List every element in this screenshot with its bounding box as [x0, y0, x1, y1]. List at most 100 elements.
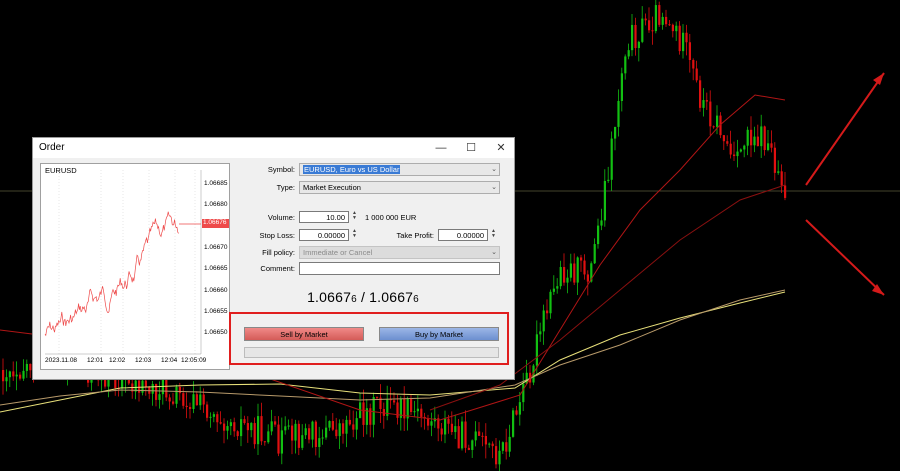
candle-body	[682, 32, 685, 52]
candle-body	[569, 263, 572, 278]
quote-display: 1.06676 / 1.06676	[273, 289, 453, 305]
candle-body	[716, 115, 719, 127]
candle-body	[484, 436, 487, 445]
candle-body	[192, 394, 195, 409]
maximize-button[interactable]: ☐	[457, 139, 485, 157]
minimize-button[interactable]: —	[427, 139, 455, 157]
candle-body	[263, 441, 266, 443]
candle-body	[461, 421, 464, 449]
y-tick-label: 1.06650	[204, 329, 228, 337]
take-profit-stepper[interactable]: ▲ ▼	[490, 229, 497, 240]
x-tick-label: 12:05:09	[181, 357, 207, 364]
y-tick-label: 1.06670	[204, 243, 228, 251]
y-tick-label: 1.06665	[204, 265, 228, 273]
candle-body	[223, 423, 226, 431]
candle-body	[733, 154, 736, 157]
candle-body	[321, 437, 324, 439]
candle-body	[644, 18, 647, 21]
close-button[interactable]: ✕	[487, 139, 515, 157]
tick-chart-panel: EURUSD 1.066851.066801.066751.066701.066…	[40, 163, 230, 370]
candle-body	[603, 180, 606, 221]
candle-body	[641, 18, 644, 42]
candle-body	[444, 418, 447, 435]
volume-stepper[interactable]: ▲ ▼	[351, 211, 358, 222]
candle-body	[549, 291, 552, 314]
candle-body	[508, 436, 511, 452]
candle-body	[318, 438, 321, 447]
volume-units: 1 000 000 EUR	[365, 213, 417, 222]
candle-body	[440, 428, 443, 435]
stop-loss-stepper[interactable]: ▲ ▼	[351, 229, 358, 240]
candle-body	[478, 431, 481, 436]
candle-body	[617, 100, 620, 127]
y-tick-label: 1.06655	[204, 307, 228, 315]
type-select-value: Market Execution	[303, 183, 361, 192]
candle-body	[338, 423, 341, 437]
chevron-down-icon: ⌄	[491, 184, 497, 191]
candle-body	[597, 225, 600, 245]
candle-body	[539, 331, 542, 335]
candle-body	[743, 145, 746, 150]
y-tick-label: 1.06685	[204, 180, 228, 187]
candle-body	[178, 386, 181, 394]
comment-input[interactable]	[299, 262, 500, 275]
symbol-select-value: EURUSD, Euro vs US Dollar	[303, 165, 401, 174]
candle-body	[671, 24, 674, 32]
stop-loss-input-value: 0.00000	[317, 231, 345, 240]
dialog-title: Order	[39, 142, 65, 153]
take-profit-input-value: 0.00000	[456, 231, 484, 240]
candle-body	[668, 24, 671, 26]
candle-body	[413, 411, 416, 413]
x-tick-label: 12:03	[135, 357, 152, 364]
symbol-select[interactable]: EURUSD, Euro vs US Dollar ⌄	[299, 163, 500, 176]
candle-body	[287, 425, 290, 427]
candle-body	[121, 379, 124, 389]
annotation-arrow-up	[805, 72, 885, 186]
candle-body	[491, 443, 494, 447]
candle-body	[172, 401, 175, 404]
candle-body	[760, 126, 763, 147]
candle-body	[226, 426, 229, 431]
stop-loss-input[interactable]: 0.00000	[299, 229, 349, 241]
candle-body	[777, 171, 780, 173]
candle-body	[726, 141, 729, 144]
candle-body	[692, 60, 695, 69]
candle-body	[5, 377, 8, 382]
stop-loss-label: Stop Loss:	[259, 231, 295, 240]
chevron-down-icon: ⌄	[491, 249, 497, 256]
candle-body	[328, 421, 331, 428]
candle-body	[311, 421, 314, 440]
candle-body	[631, 24, 634, 51]
candle-body	[325, 427, 328, 438]
symbol-label: Symbol:	[267, 165, 295, 174]
candle-body	[454, 426, 457, 433]
x-tick-label: 2023.11.08	[45, 357, 78, 364]
volume-input[interactable]: 10.00	[299, 211, 349, 223]
candle-body	[498, 450, 501, 465]
candle-body	[522, 383, 525, 403]
candle-body	[505, 442, 508, 452]
ask-price-pipette: 6	[413, 294, 419, 305]
candle-body	[284, 426, 287, 431]
candle-body	[566, 277, 569, 283]
candle-body	[583, 260, 586, 275]
candle-body	[607, 179, 610, 181]
candle-body	[518, 402, 521, 415]
candle-body	[634, 24, 637, 49]
candle-body	[355, 418, 358, 430]
type-select[interactable]: Market Execution ⌄	[299, 181, 500, 194]
candle-body	[257, 416, 260, 445]
quote-separator: /	[356, 289, 370, 305]
candle-body	[736, 151, 739, 157]
candle-body	[396, 402, 399, 418]
take-profit-input[interactable]: 0.00000	[438, 229, 488, 241]
candle-body	[576, 257, 579, 283]
comment-label: Comment:	[260, 264, 295, 273]
candle-body	[739, 149, 742, 152]
candle-body	[450, 423, 453, 433]
candle-body	[665, 16, 668, 25]
candle-body	[416, 408, 419, 412]
candle-body	[2, 370, 5, 382]
fill-policy-select[interactable]: Immediate or Cancel ⌄	[299, 246, 500, 259]
candle-body	[270, 421, 273, 432]
